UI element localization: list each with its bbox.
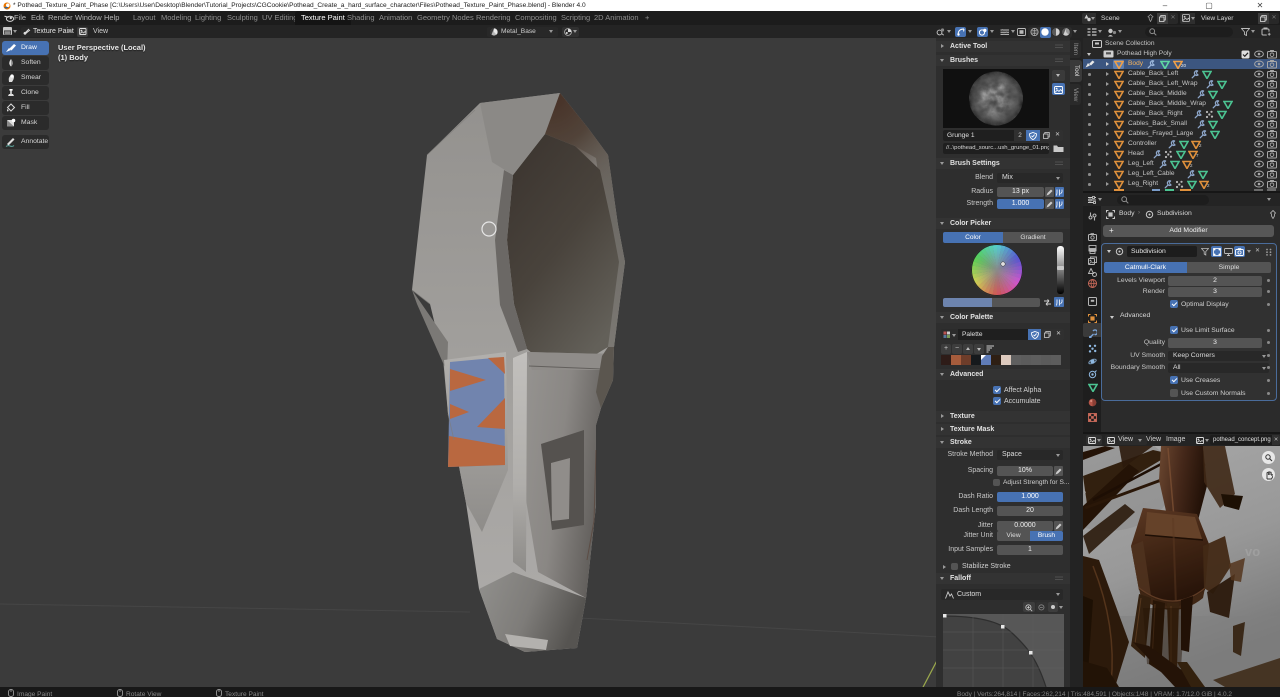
svg-text:vo: vo xyxy=(1245,544,1260,559)
